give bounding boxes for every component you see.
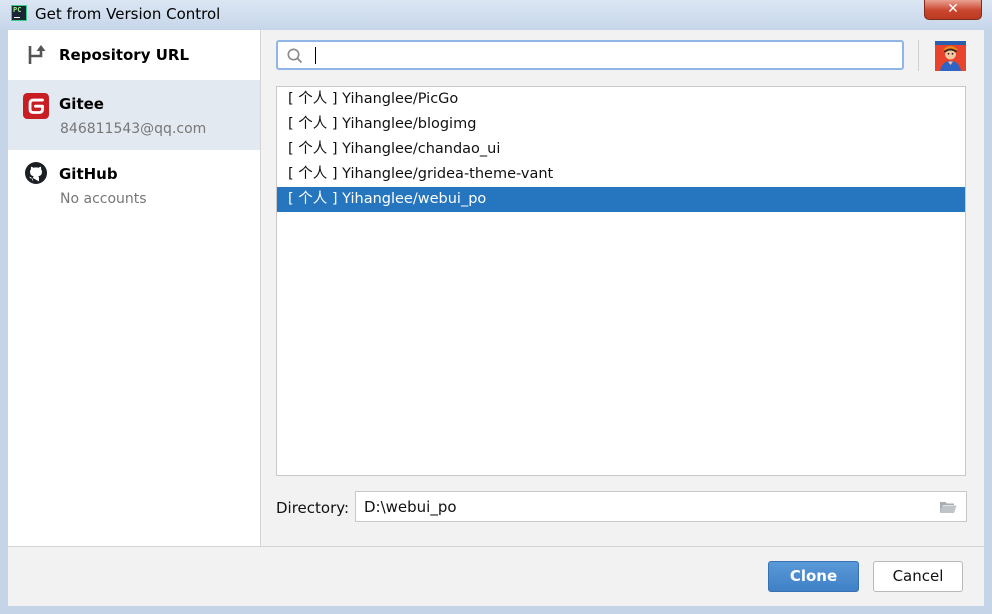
- sidebar-item-repository-url[interactable]: Repository URL: [8, 30, 260, 80]
- cancel-button[interactable]: Cancel: [873, 561, 963, 592]
- pycharm-icon: PC: [11, 5, 27, 21]
- repository-list[interactable]: [ 个人 ] Yihanglee/PicGo [ 个人 ] Yihanglee/…: [276, 86, 966, 476]
- directory-field[interactable]: D:\webui_po: [355, 491, 967, 522]
- dialog-content: Repository URL Gitee 846811543@qq.com Gi…: [8, 30, 984, 606]
- search-box[interactable]: [276, 40, 904, 70]
- title-bar: PC Get from Version Control ✕: [0, 0, 992, 30]
- sidebar-item-gitee[interactable]: Gitee 846811543@qq.com: [8, 80, 260, 150]
- window-frame-bottom: [0, 606, 992, 614]
- list-item[interactable]: [ 个人 ] Yihanglee/blogimg: [277, 112, 965, 137]
- search-input[interactable]: [312, 45, 896, 67]
- gitee-icon: [23, 93, 49, 119]
- sidebar-item-label: Gitee: [59, 95, 104, 113]
- account-email: 846811543@qq.com: [60, 121, 207, 137]
- list-item[interactable]: [ 个人 ] Yihanglee/PicGo: [277, 87, 965, 112]
- folder-icon[interactable]: [939, 500, 957, 514]
- text-cursor: [315, 47, 316, 64]
- sidebar: Repository URL Gitee 846811543@qq.com Gi…: [8, 30, 261, 546]
- list-item[interactable]: [ 个人 ] Yihanglee/chandao_ui: [277, 137, 965, 162]
- directory-value[interactable]: D:\webui_po: [364, 498, 457, 516]
- sidebar-item-github[interactable]: GitHub No accounts: [8, 150, 260, 220]
- sidebar-item-label: GitHub: [59, 165, 118, 183]
- github-account-status: No accounts: [60, 191, 147, 207]
- search-icon: [287, 48, 303, 64]
- main-panel: [ 个人 ] Yihanglee/PicGo [ 个人 ] Yihanglee/…: [261, 30, 984, 546]
- sidebar-item-label: Repository URL: [59, 46, 189, 64]
- window-frame-left: [0, 30, 8, 614]
- close-button[interactable]: ✕: [924, 0, 982, 20]
- list-item[interactable]: [ 个人 ] Yihanglee/gridea-theme-vant: [277, 162, 965, 187]
- directory-label: Directory:: [276, 499, 350, 517]
- window-title: Get from Version Control: [35, 5, 221, 23]
- window-frame-right: [984, 30, 992, 614]
- avatar[interactable]: [935, 41, 966, 71]
- github-icon: [25, 162, 47, 184]
- toolbar-separator: [918, 40, 919, 71]
- close-icon[interactable]: ✕: [947, 1, 959, 17]
- list-item[interactable]: [ 个人 ] Yihanglee/webui_po: [277, 187, 965, 212]
- repository-url-icon: [28, 45, 46, 64]
- clone-button[interactable]: Clone: [768, 561, 859, 592]
- footer-divider: [8, 546, 984, 547]
